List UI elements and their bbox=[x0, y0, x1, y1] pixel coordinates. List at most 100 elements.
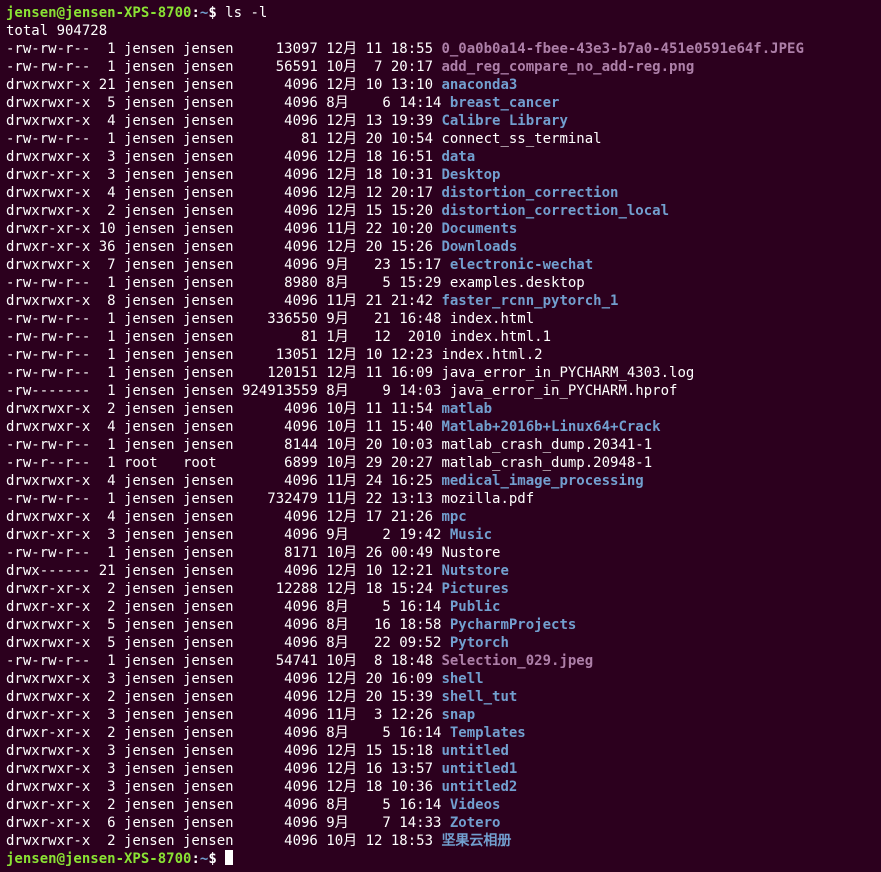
file-name: distortion_correction_local bbox=[441, 203, 669, 219]
file-name: index.html.2 bbox=[441, 347, 542, 363]
list-item: drwxrwxr-x 3 jensen jensen 4096 12月 16 1… bbox=[6, 760, 875, 778]
cursor-icon bbox=[225, 850, 233, 865]
list-item: -rw-rw-r-- 1 jensen jensen 336550 9月 21 … bbox=[6, 310, 875, 328]
list-item: -rw-rw-r-- 1 jensen jensen 120151 12月 11… bbox=[6, 364, 875, 382]
file-meta: drwxr-xr-x 2 jensen jensen 4096 8月 5 16:… bbox=[6, 725, 450, 741]
file-meta: drwxr-xr-x 3 jensen jensen 4096 9月 2 19:… bbox=[6, 527, 450, 543]
file-meta: drwxrwxr-x 5 jensen jensen 4096 8月 16 18… bbox=[6, 617, 450, 633]
file-name: Desktop bbox=[441, 167, 500, 183]
list-item: drwxrwxr-x 4 jensen jensen 4096 10月 11 1… bbox=[6, 418, 875, 436]
file-meta: drwxrwxr-x 4 jensen jensen 4096 10月 11 1… bbox=[6, 419, 441, 435]
file-name: distortion_correction bbox=[441, 185, 618, 201]
file-meta: drwxrwxr-x 4 jensen jensen 4096 11月 24 1… bbox=[6, 473, 441, 489]
file-name: shell_tut bbox=[441, 689, 517, 705]
file-name: 坚果云相册 bbox=[441, 833, 511, 849]
list-item: drwxrwxr-x 4 jensen jensen 4096 11月 24 1… bbox=[6, 472, 875, 490]
list-item: drwxr-xr-x 6 jensen jensen 4096 9月 7 14:… bbox=[6, 814, 875, 832]
file-name: Nustore bbox=[441, 545, 500, 561]
file-meta: drwxrwxr-x 4 jensen jensen 4096 12月 13 1… bbox=[6, 113, 441, 129]
file-name: examples.desktop bbox=[450, 275, 585, 291]
list-item: drwxrwxr-x 2 jensen jensen 4096 12月 15 1… bbox=[6, 202, 875, 220]
file-meta: -rw-rw-r-- 1 jensen jensen 336550 9月 21 … bbox=[6, 311, 450, 327]
file-meta: drwxrwxr-x 2 jensen jensen 4096 10月 12 1… bbox=[6, 833, 441, 849]
file-name: Templates bbox=[450, 725, 526, 741]
list-item: -rw-rw-r-- 1 jensen jensen 732479 11月 22… bbox=[6, 490, 875, 508]
file-name: snap bbox=[441, 707, 475, 723]
file-meta: drwxrwxr-x 3 jensen jensen 4096 12月 16 1… bbox=[6, 761, 441, 777]
file-meta: drwxr-xr-x 2 jensen jensen 4096 8月 5 16:… bbox=[6, 797, 450, 813]
file-meta: drwxr-xr-x 6 jensen jensen 4096 9月 7 14:… bbox=[6, 815, 450, 831]
file-meta: drwxr-xr-x 10 jensen jensen 4096 11月 22 … bbox=[6, 221, 441, 237]
list-item: -rw-rw-r-- 1 jensen jensen 8980 8月 5 15:… bbox=[6, 274, 875, 292]
file-name: untitled bbox=[441, 743, 508, 759]
list-item: -rw-rw-r-- 1 jensen jensen 54741 10月 8 1… bbox=[6, 652, 875, 670]
list-item: -rw-rw-r-- 1 jensen jensen 8171 10月 26 0… bbox=[6, 544, 875, 562]
file-meta: drwxrwxr-x 5 jensen jensen 4096 8月 22 09… bbox=[6, 635, 450, 651]
file-name: Music bbox=[450, 527, 492, 543]
list-item: drwxr-xr-x 2 jensen jensen 4096 8月 5 16:… bbox=[6, 724, 875, 742]
file-name: Calibre Library bbox=[441, 113, 567, 129]
file-meta: drwx------ 21 jensen jensen 4096 12月 10 … bbox=[6, 563, 441, 579]
list-item: drwxrwxr-x 3 jensen jensen 4096 12月 18 1… bbox=[6, 778, 875, 796]
list-item: drwx------ 21 jensen jensen 4096 12月 10 … bbox=[6, 562, 875, 580]
file-meta: drwxrwxr-x 3 jensen jensen 4096 12月 15 1… bbox=[6, 743, 441, 759]
file-meta: drwxrwxr-x 4 jensen jensen 4096 12月 17 2… bbox=[6, 509, 441, 525]
file-name: Downloads bbox=[441, 239, 517, 255]
file-name: untitled2 bbox=[441, 779, 517, 795]
file-meta: -rw-rw-r-- 1 jensen jensen 8144 10月 20 1… bbox=[6, 437, 441, 453]
file-meta: -rw-rw-r-- 1 jensen jensen 54741 10月 8 1… bbox=[6, 653, 441, 669]
list-item: drwxr-xr-x 3 jensen jensen 4096 11月 3 12… bbox=[6, 706, 875, 724]
file-meta: drwxrwxr-x 4 jensen jensen 4096 12月 12 2… bbox=[6, 185, 441, 201]
file-name: Zotero bbox=[450, 815, 501, 831]
list-item: drwxr-xr-x 36 jensen jensen 4096 12月 20 … bbox=[6, 238, 875, 256]
file-name: medical_image_processing bbox=[441, 473, 643, 489]
file-meta: -rw-r--r-- 1 root root 6899 10月 29 20:27 bbox=[6, 455, 441, 471]
file-meta: drwxrwxr-x 3 jensen jensen 4096 12月 18 1… bbox=[6, 149, 441, 165]
list-item: drwxr-xr-x 2 jensen jensen 4096 8月 5 16:… bbox=[6, 796, 875, 814]
prompt-user-host: jensen@jensen-XPS-8700 bbox=[6, 5, 191, 21]
list-item: drwxrwxr-x 5 jensen jensen 4096 8月 22 09… bbox=[6, 634, 875, 652]
file-name: untitled1 bbox=[441, 761, 517, 777]
file-meta: -rw------- 1 jensen jensen 924913559 8月 … bbox=[6, 383, 450, 399]
list-item: drwxrwxr-x 2 jensen jensen 4096 10月 12 1… bbox=[6, 832, 875, 850]
file-meta: drwxrwxr-x 3 jensen jensen 4096 12月 18 1… bbox=[6, 779, 441, 795]
file-name: matlab bbox=[441, 401, 492, 417]
file-meta: drwxrwxr-x 2 jensen jensen 4096 12月 15 1… bbox=[6, 203, 441, 219]
prompt-user-host: jensen@jensen-XPS-8700 bbox=[6, 851, 191, 867]
list-item: -rw-rw-r-- 1 jensen jensen 81 1月 12 2010… bbox=[6, 328, 875, 346]
list-item: drwxr-xr-x 3 jensen jensen 4096 12月 18 1… bbox=[6, 166, 875, 184]
list-item: -rw-rw-r-- 1 jensen jensen 81 12月 20 10:… bbox=[6, 130, 875, 148]
file-meta: drwxrwxr-x 8 jensen jensen 4096 11月 21 2… bbox=[6, 293, 441, 309]
list-item: -rw-rw-r-- 1 jensen jensen 56591 10月 7 2… bbox=[6, 58, 875, 76]
list-item: -rw-rw-r-- 1 jensen jensen 13097 12月 11 … bbox=[6, 40, 875, 58]
file-name: Pytorch bbox=[450, 635, 509, 651]
file-meta: -rw-rw-r-- 1 jensen jensen 120151 12月 11… bbox=[6, 365, 441, 381]
command-text: ls -l bbox=[225, 5, 267, 21]
list-item: drwxr-xr-x 2 jensen jensen 12288 12月 18 … bbox=[6, 580, 875, 598]
prompt-line-2[interactable]: jensen@jensen-XPS-8700:~$ bbox=[6, 850, 875, 868]
file-name: data bbox=[441, 149, 475, 165]
list-item: -rw-r--r-- 1 root root 6899 10月 29 20:27… bbox=[6, 454, 875, 472]
prompt-sep2: $ bbox=[208, 851, 225, 867]
file-name: Videos bbox=[450, 797, 501, 813]
list-item: drwxrwxr-x 5 jensen jensen 4096 8月 6 14:… bbox=[6, 94, 875, 112]
list-item: drwxrwxr-x 8 jensen jensen 4096 11月 21 2… bbox=[6, 292, 875, 310]
file-meta: -rw-rw-r-- 1 jensen jensen 56591 10月 7 2… bbox=[6, 59, 441, 75]
list-item: drwxrwxr-x 4 jensen jensen 4096 12月 13 1… bbox=[6, 112, 875, 130]
file-meta: -rw-rw-r-- 1 jensen jensen 8980 8月 5 15:… bbox=[6, 275, 450, 291]
list-item: -rw-rw-r-- 1 jensen jensen 8144 10月 20 1… bbox=[6, 436, 875, 454]
list-item: drwxrwxr-x 3 jensen jensen 4096 12月 15 1… bbox=[6, 742, 875, 760]
list-item: -rw------- 1 jensen jensen 924913559 8月 … bbox=[6, 382, 875, 400]
list-item: drwxrwxr-x 5 jensen jensen 4096 8月 16 18… bbox=[6, 616, 875, 634]
terminal-window[interactable]: jensen@jensen-XPS-8700:~$ ls -l total 90… bbox=[6, 4, 875, 868]
file-name: anaconda3 bbox=[441, 77, 517, 93]
prompt-path: ~ bbox=[200, 851, 208, 867]
file-meta: drwxr-xr-x 3 jensen jensen 4096 11月 3 12… bbox=[6, 707, 441, 723]
list-item: drwxrwxr-x 7 jensen jensen 4096 9月 23 15… bbox=[6, 256, 875, 274]
file-name: Nutstore bbox=[441, 563, 508, 579]
file-meta: drwxr-xr-x 36 jensen jensen 4096 12月 20 … bbox=[6, 239, 441, 255]
file-meta: -rw-rw-r-- 1 jensen jensen 13051 12月 10 … bbox=[6, 347, 441, 363]
file-name: connect_ss_terminal bbox=[441, 131, 601, 147]
list-item: drwxrwxr-x 21 jensen jensen 4096 12月 10 … bbox=[6, 76, 875, 94]
file-name: 0_0a0b0a14-fbee-43e3-b7a0-451e0591e64f.J… bbox=[441, 41, 803, 57]
